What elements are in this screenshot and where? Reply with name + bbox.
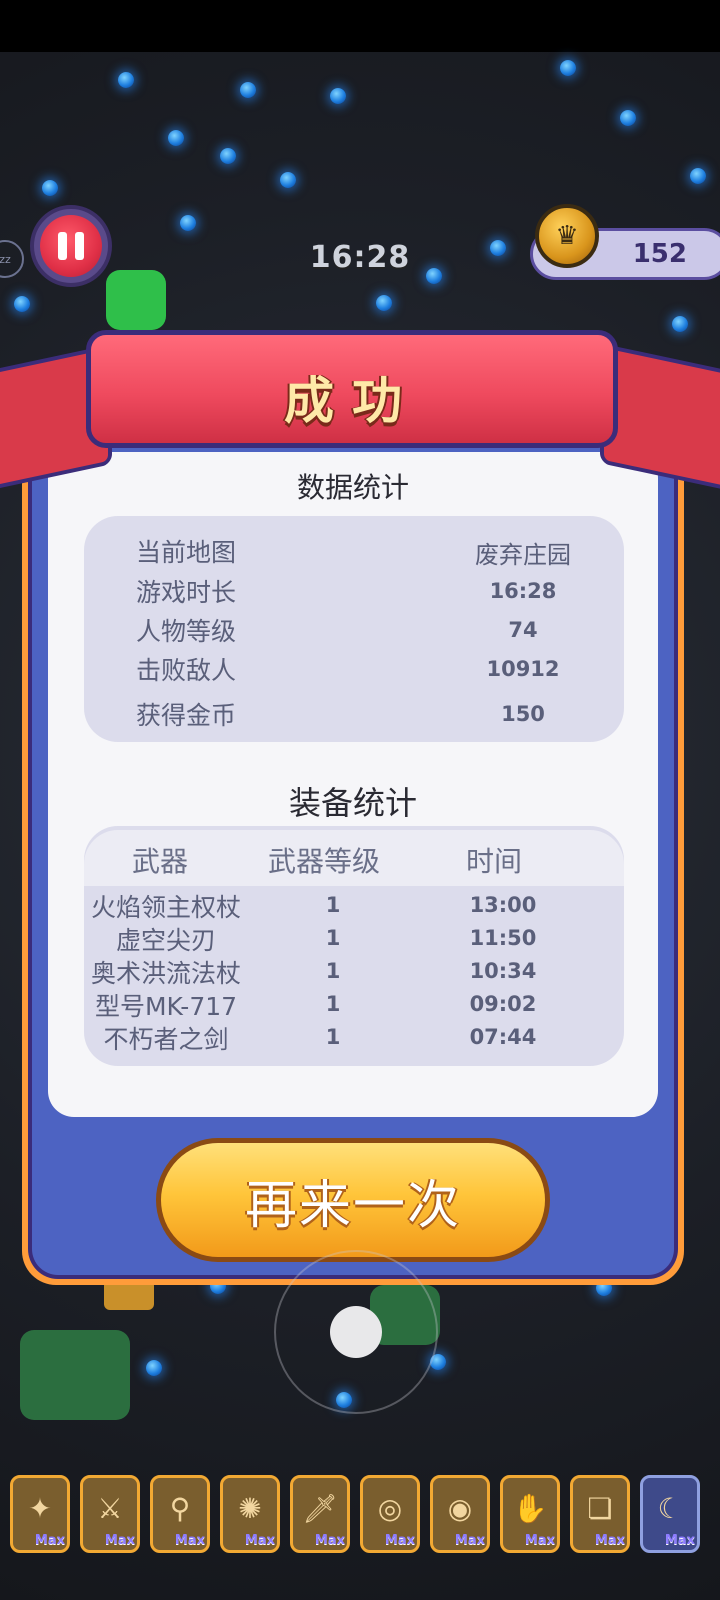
max-label: Max [524, 1533, 555, 1548]
pause-button[interactable] [30, 205, 112, 287]
equip-row-name: 型号MK-717 [94, 992, 238, 1021]
equip-row-name: 虚空尖刃 [115, 926, 216, 955]
equip-row-time: 11:50 [469, 926, 537, 950]
stat-label-kills: 击败敌人 [136, 656, 237, 685]
result-title: 成功 [284, 372, 420, 430]
xp-orb [118, 72, 134, 88]
stat-value-level: 74 [508, 618, 538, 642]
joystick-knob[interactable] [330, 1306, 382, 1358]
ring-icon: ◎ [377, 1491, 403, 1525]
equip-row-time: 09:02 [469, 992, 537, 1016]
max-label: Max [664, 1533, 695, 1548]
stat-value-duration: 16:28 [489, 579, 557, 603]
max-label: Max [594, 1533, 625, 1548]
stat-label-gold: 获得金币 [136, 701, 237, 730]
pause-icon [40, 215, 102, 277]
title-ribbon: 成功 [86, 330, 618, 448]
inventory-slot[interactable]: ◎ Max [360, 1475, 420, 1553]
claw-icon: ☾ [657, 1491, 683, 1525]
xp-orb [180, 215, 196, 231]
stat-label-duration: 游戏时长 [136, 578, 237, 607]
max-label: Max [384, 1533, 415, 1548]
equip-row-time: 07:44 [469, 1025, 537, 1049]
stat-value-gold: 150 [501, 702, 545, 726]
equip-title: 装备统计 [288, 784, 417, 822]
inventory-slot[interactable]: ◉ Max [430, 1475, 490, 1553]
xp-orb [690, 168, 706, 184]
coin-value: 152 [632, 239, 687, 269]
xp-orb [560, 60, 576, 76]
xp-orb [42, 180, 58, 196]
inventory-slot[interactable]: ✺ Max [220, 1475, 280, 1553]
hero-character [20, 1330, 130, 1420]
equip-row-name: 不朽者之剑 [103, 1025, 229, 1054]
virtual-joystick[interactable] [274, 1250, 438, 1414]
inventory-slot[interactable]: ⚔ Max [80, 1475, 140, 1553]
equip-row-level: 1 [325, 893, 341, 917]
stats-title: 数据统计 [296, 471, 409, 504]
gun-icon: ✺ [238, 1491, 262, 1525]
scroll-icon: ❏ [587, 1491, 613, 1525]
xp-orb [280, 172, 296, 188]
xp-orb [240, 82, 256, 98]
blade-icon: ⚔ [97, 1491, 123, 1525]
inventory-slot[interactable]: ☾ Max [640, 1475, 700, 1553]
max-label: Max [104, 1533, 135, 1548]
xp-orb [146, 1360, 162, 1376]
glove-icon: ✋ [512, 1491, 548, 1525]
equip-row-level: 1 [325, 926, 341, 950]
max-label: Max [174, 1533, 205, 1548]
retry-label: 再来一次 [244, 1175, 461, 1236]
shield-icon: ◉ [447, 1491, 473, 1525]
crown-icon: ♛ [535, 204, 599, 268]
stat-value-kills: 10912 [486, 657, 560, 681]
xp-orb [620, 110, 636, 126]
xp-orb [168, 130, 184, 146]
xp-orb [220, 148, 236, 164]
max-label: Max [454, 1533, 485, 1548]
inventory-slot[interactable]: ✦ Max [10, 1475, 70, 1553]
max-label: Max [244, 1533, 275, 1548]
inventory-slot[interactable]: 🗡 Max [290, 1475, 350, 1553]
equip-header-level: 武器等级 [268, 845, 381, 878]
equip-row-name: 火焰领主权杖 [90, 893, 241, 922]
inventory-slot[interactable]: ⚲ Max [150, 1475, 210, 1553]
equip-row-name: 奥术洪流法杖 [90, 959, 241, 988]
xp-orb [14, 296, 30, 312]
max-label: Max [34, 1533, 65, 1548]
inventory-slot[interactable]: ✋ Max [500, 1475, 560, 1553]
inventory-slot[interactable]: ❏ Max [570, 1475, 630, 1553]
retry-button[interactable]: 再来一次 [156, 1138, 550, 1262]
xp-orb [330, 88, 346, 104]
max-label: Max [314, 1533, 345, 1548]
status-bar [0, 0, 720, 52]
equip-row-level: 1 [325, 1025, 341, 1049]
xp-orb [490, 240, 506, 256]
equip-row-level: 1 [325, 992, 341, 1016]
game-timer: 16:28 [309, 240, 411, 275]
xp-orb [426, 268, 442, 284]
stat-label-map: 当前地图 [136, 538, 237, 567]
staff-icon: ⚲ [169, 1491, 191, 1525]
stat-value-map: 废弃庄园 [475, 541, 571, 569]
green-creature [106, 270, 166, 330]
stat-label-level: 人物等级 [136, 617, 237, 646]
xp-orb [376, 295, 392, 311]
sword-icon: 🗡 [302, 1491, 338, 1525]
scepter-icon: ✦ [28, 1491, 52, 1525]
equip-row-time: 10:34 [469, 959, 537, 983]
equip-row-time: 13:00 [469, 893, 537, 917]
equip-header-time: 时间 [466, 845, 523, 878]
equip-row-level: 1 [325, 959, 341, 983]
equip-header-weapon: 武器 [132, 845, 189, 878]
xp-orb [672, 316, 688, 332]
